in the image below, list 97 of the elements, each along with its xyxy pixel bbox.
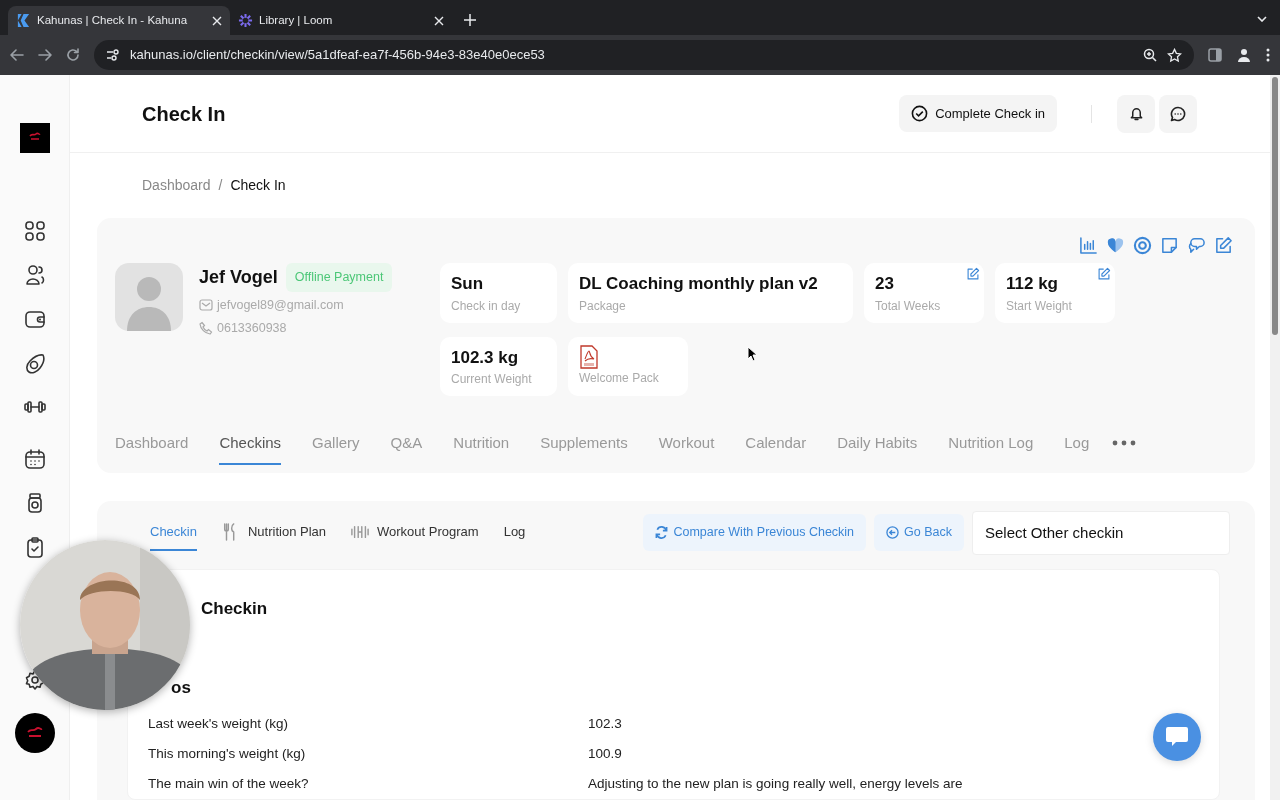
zoom-icon[interactable] — [1143, 48, 1157, 62]
url-text: kahunas.io/client/checkin/view/5a1dfeaf-ea7f-456b-94e3-83e40e0ece53 — [130, 46, 545, 65]
users-icon[interactable] — [23, 264, 46, 286]
pdf-file-icon — [579, 345, 599, 370]
calendar-icon[interactable] — [23, 448, 46, 470]
avocado-icon[interactable] — [23, 352, 46, 374]
tab[interactable]: Workout — [658, 428, 715, 465]
tab[interactable]: Gallery — [312, 428, 360, 465]
question-text: Last week's weight (kg) — [148, 714, 289, 733]
question-text: This morning's weight (kg) — [148, 744, 307, 763]
kebab-menu-icon[interactable] — [1266, 48, 1270, 62]
tab[interactable]: Checkins — [219, 428, 282, 465]
comments-icon[interactable] — [1187, 236, 1206, 255]
stat-value: DL Coaching monthly plan v2 — [579, 273, 819, 295]
subtab[interactable]: Checkin — [150, 513, 197, 552]
edit-icon[interactable] — [1214, 236, 1233, 255]
page-title: Check In — [142, 101, 226, 127]
tab[interactable]: Log — [1064, 428, 1090, 465]
stat-value: 112 kg — [1006, 273, 1059, 295]
stat-label: Start Weight — [1006, 297, 1073, 315]
payment-status-badge: Offline Payment — [285, 263, 393, 292]
complete-check-in-button[interactable]: Complete Check in — [899, 94, 1057, 133]
go-back-button[interactable]: Go Back — [874, 514, 964, 551]
stat-label: Package — [579, 297, 627, 315]
close-icon[interactable] — [212, 15, 222, 26]
checkin-heading: Checkin — [201, 597, 269, 620]
question-text: The main win of the week? — [148, 775, 310, 793]
site-settings-icon — [106, 49, 120, 61]
address-bar[interactable]: kahunas.io/client/checkin/view/5a1dfeaf-ea7f-456b-94e3-83e40e0ece53 — [94, 40, 1194, 70]
close-icon[interactable] — [434, 15, 444, 26]
stat-label: Current Weight — [451, 371, 533, 388]
forward-icon[interactable] — [38, 48, 52, 62]
chat-bubble-icon — [1170, 105, 1186, 122]
section-heading: os — [171, 677, 192, 699]
bookmark-star-icon[interactable] — [1167, 47, 1182, 63]
tab[interactable]: Calendar — [745, 428, 807, 465]
bar-chart-icon[interactable] — [1079, 236, 1098, 255]
stat-value: Sun — [451, 273, 485, 295]
phone-icon — [199, 320, 213, 335]
more-icon[interactable] — [1112, 440, 1137, 447]
client-email: jefvogel89@gmail.com — [217, 296, 344, 314]
back-icon[interactable] — [10, 48, 24, 62]
bell-icon — [1128, 106, 1144, 121]
chat-icon — [1165, 726, 1189, 748]
profile-icon[interactable] — [1236, 47, 1252, 63]
dashboard-grid-icon[interactable] — [23, 220, 46, 242]
answer-text: Adjusting to the new plan is going really well, energy levels are — [588, 775, 963, 793]
notifications-button[interactable] — [1117, 94, 1155, 133]
tab-title: Library | Loom — [259, 12, 334, 28]
new-tab-icon[interactable] — [464, 14, 476, 26]
refresh-icon — [655, 526, 669, 539]
avatar-placeholder-icon — [115, 263, 183, 331]
subtab[interactable]: Log — [503, 513, 526, 552]
reload-icon[interactable] — [66, 48, 80, 62]
stat-label: Check in day — [451, 297, 522, 315]
tab[interactable]: Dashboard — [115, 428, 189, 465]
tab[interactable]: Q&A — [390, 428, 423, 465]
stat-label: Welcome Pack — [579, 370, 660, 388]
back-arrow-circle-icon — [886, 526, 900, 539]
tab-title: Kahunas | Check In - Kahuna — [37, 12, 189, 28]
target-icon[interactable] — [1133, 236, 1152, 255]
client-phone: 0613360938 — [217, 319, 287, 337]
cursor-icon — [747, 346, 758, 362]
user-avatar-icon[interactable] — [14, 713, 55, 753]
check-circle-icon — [911, 105, 929, 122]
tab[interactable]: Nutrition — [453, 428, 510, 465]
browser-tab[interactable]: Kahunas | Check In - Kahuna — [8, 6, 230, 35]
browser-tab[interactable]: Library | Loom — [230, 6, 452, 35]
loom-icon — [238, 13, 253, 28]
answer-text: 102.3 — [588, 714, 622, 733]
side-panel-icon[interactable] — [1208, 48, 1222, 62]
logo-icon[interactable] — [19, 123, 50, 153]
scrollbar[interactable] — [1270, 75, 1280, 800]
edit-icon[interactable] — [1097, 267, 1111, 281]
messages-button[interactable] — [1159, 94, 1197, 133]
client-name: Jef Vogel — [199, 265, 278, 289]
subtab[interactable]: Nutrition Plan — [221, 513, 326, 552]
checkin-select-field[interactable]: Select Other checkin — [972, 510, 1230, 555]
subtab[interactable]: Workout Program — [351, 513, 479, 552]
mail-icon — [199, 298, 213, 313]
stat-value: 23 — [875, 273, 895, 295]
heart-icon[interactable] — [1106, 236, 1125, 255]
breadcrumb-separator: / — [218, 176, 223, 195]
stat-label: Total Weeks — [875, 297, 942, 315]
tab[interactable]: Supplements — [540, 428, 628, 465]
tab[interactable]: Daily Habits — [837, 428, 918, 465]
tab[interactable]: Nutrition Log — [948, 428, 1034, 465]
answer-text: 100.9 — [588, 744, 622, 763]
kahunas-icon — [16, 13, 31, 28]
stat-value: 102.3 kg — [451, 346, 520, 369]
edit-icon[interactable] — [966, 267, 980, 281]
compare-button[interactable]: Compare With Previous Checkin — [643, 514, 867, 551]
breadcrumb-link[interactable]: Dashboard — [142, 175, 211, 196]
sticky-note-icon[interactable] — [1160, 236, 1179, 255]
breadcrumb-current: Check In — [230, 176, 286, 195]
chevron-icon[interactable] — [1257, 16, 1267, 22]
wallet-icon[interactable] — [23, 308, 46, 330]
